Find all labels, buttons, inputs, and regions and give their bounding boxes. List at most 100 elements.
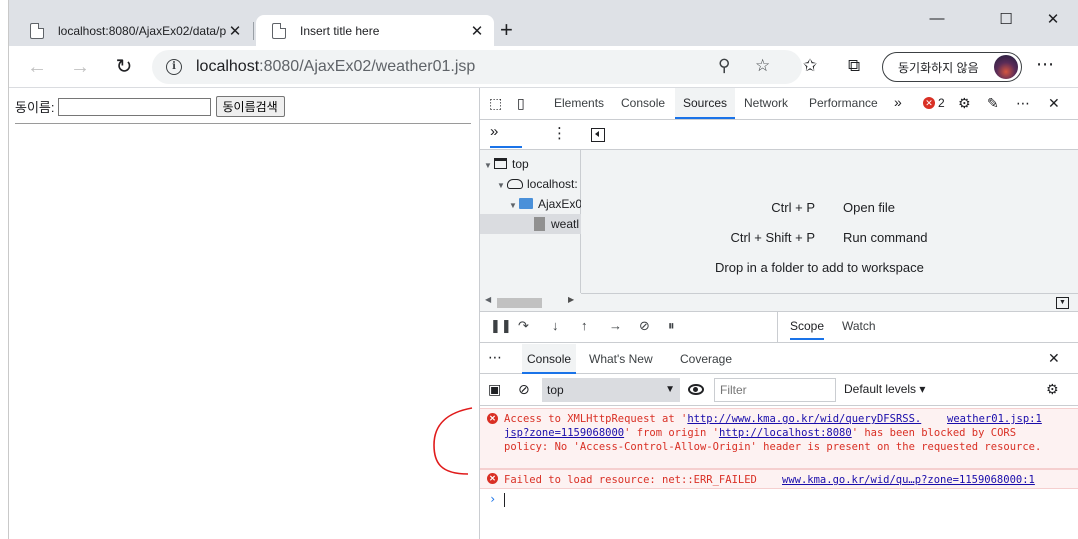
- devtools-panel: ⬚ ▯ Elements Console Sources Network Per…: [479, 88, 1078, 539]
- context-selector[interactable]: top ▼: [542, 378, 680, 402]
- maximize-button[interactable]: ☐: [983, 10, 1029, 28]
- error-count-badge[interactable]: ✕ 2: [923, 96, 945, 110]
- editor-header: [581, 120, 1078, 150]
- deactivate-breakpoints-icon[interactable]: ⊘: [639, 318, 650, 334]
- close-tab-icon[interactable]: ✕: [468, 22, 486, 40]
- dong-name-label: 동이름:: [15, 100, 55, 115]
- profile-sync-button[interactable]: 동기화하지 않음: [882, 52, 1022, 82]
- request-url-link[interactable]: http://www.kma.go.kr/wid/queryDFSRSS.: [687, 413, 921, 425]
- close-devtools-icon[interactable]: ✕: [1048, 95, 1060, 112]
- new-tab-button[interactable]: +: [500, 18, 513, 42]
- more-navigators-icon[interactable]: »: [490, 123, 522, 148]
- frame-icon: [494, 158, 507, 169]
- device-toolbar-icon[interactable]: ▯: [517, 95, 525, 112]
- toggle-debugger-icon[interactable]: ▼: [1056, 297, 1069, 309]
- navigator-header: » ⋮: [480, 120, 581, 150]
- error-icon: ✕: [923, 97, 935, 109]
- tree-item-localhost[interactable]: ▼ localhost:: [497, 174, 581, 194]
- live-expression-eye-icon[interactable]: [688, 384, 704, 395]
- favorite-star-icon[interactable]: ☆: [755, 56, 770, 76]
- favorites-icon[interactable]: ✩: [803, 56, 817, 76]
- browser-tab-weather[interactable]: Insert title here ✕: [256, 15, 494, 46]
- tab-title: Insert title here: [300, 23, 380, 38]
- tab-network[interactable]: Network: [744, 88, 788, 119]
- drawer-tabbar: ⋯ Console What's New Coverage ✕: [480, 344, 1078, 374]
- pause-on-exceptions-icon[interactable]: ⏸: [668, 318, 675, 334]
- dong-search-button[interactable]: 동이름검색: [215, 96, 285, 117]
- drawer-tab-whats-new[interactable]: What's New: [589, 352, 653, 366]
- info-icon[interactable]: i: [166, 59, 182, 75]
- expand-arrow-icon: ▼: [509, 201, 517, 210]
- tab-performance[interactable]: Performance: [809, 88, 878, 119]
- scroll-left-icon[interactable]: ◀: [485, 295, 491, 304]
- expand-arrow-icon: ▼: [497, 181, 505, 190]
- scrollbar-thumb[interactable]: [497, 298, 542, 308]
- browser-tab-data[interactable]: localhost:8080/AjaxEx02/data/p ✕: [14, 15, 252, 46]
- console-input-cursor[interactable]: [504, 493, 505, 507]
- console-prompt-icon: ›: [489, 492, 497, 506]
- feedback-icon[interactable]: ✎: [987, 95, 999, 112]
- sync-label: 동기화하지 않음: [898, 60, 979, 75]
- close-drawer-icon[interactable]: ✕: [1048, 350, 1060, 367]
- tab-sources[interactable]: Sources: [675, 88, 736, 119]
- navigator-menu-icon[interactable]: ⋮: [552, 124, 568, 142]
- url-text[interactable]: localhost:8080/AjaxEx02/weather01.jsp: [196, 58, 475, 76]
- close-tab-icon[interactable]: ✕: [226, 22, 244, 40]
- console-settings-gear-icon[interactable]: ⚙: [1046, 381, 1059, 398]
- error-icon: ✕: [487, 413, 498, 424]
- chevron-down-icon: ▼: [665, 384, 675, 395]
- page-icon: [272, 22, 286, 39]
- step-into-icon[interactable]: ↓: [552, 318, 559, 333]
- tab-elements[interactable]: Elements: [554, 88, 604, 119]
- file-icon: [534, 217, 545, 231]
- tree-item-top[interactable]: ▼ top: [484, 154, 581, 174]
- step-over-icon[interactable]: ↷: [518, 318, 529, 334]
- collections-icon[interactable]: ⧉: [848, 56, 860, 76]
- page-icon: [30, 22, 44, 39]
- source-location-link[interactable]: weather01.jsp:1: [947, 412, 1042, 426]
- navigator-scrollbar[interactable]: ◀ ▶: [480, 293, 581, 311]
- more-options-icon[interactable]: ⋯: [1036, 54, 1054, 75]
- pause-icon[interactable]: ❚❚: [490, 318, 512, 334]
- tab-watch[interactable]: Watch: [842, 319, 876, 333]
- scroll-right-icon[interactable]: ▶: [568, 295, 574, 304]
- tab-console[interactable]: Console: [621, 88, 665, 119]
- more-tabs-icon[interactable]: »: [894, 94, 902, 110]
- error-icon: ✕: [487, 473, 498, 484]
- console-filter-input[interactable]: [714, 378, 836, 402]
- tab-scope[interactable]: Scope: [790, 319, 825, 340]
- console-output: ✕ Access to XMLHttpRequest at 'http://ww…: [480, 406, 1078, 539]
- background-window-edge: [0, 0, 9, 539]
- back-icon[interactable]: ←: [23, 55, 51, 79]
- drawer-tab-console[interactable]: Console: [522, 344, 577, 374]
- drawer-tab-coverage[interactable]: Coverage: [680, 352, 732, 366]
- minimize-button[interactable]: —: [914, 10, 960, 27]
- console-error-cors: ✕ Access to XMLHttpRequest at 'http://ww…: [480, 408, 1078, 469]
- sidebar-tabs: Scope Watch: [777, 312, 1078, 343]
- refresh-icon[interactable]: ↻: [110, 55, 138, 79]
- step-icon[interactable]: →: [609, 318, 622, 333]
- forward-icon[interactable]: →: [66, 55, 94, 79]
- horizontal-rule: [15, 123, 471, 124]
- address-bar[interactable]: i localhost:8080/AjaxEx02/weather01.jsp …: [152, 50, 802, 84]
- dong-name-input[interactable]: [57, 97, 211, 116]
- log-levels-dropdown[interactable]: Default levels ▾: [844, 382, 925, 396]
- tree-item-folder[interactable]: ▼ AjaxEx0: [509, 194, 581, 214]
- inspect-element-icon[interactable]: ⬚: [489, 95, 502, 112]
- drawer-menu-icon[interactable]: ⋯: [488, 349, 502, 366]
- step-out-icon[interactable]: ↑: [581, 318, 588, 333]
- clear-console-icon[interactable]: ⊘: [518, 381, 530, 398]
- settings-gear-icon[interactable]: ⚙: [958, 95, 971, 112]
- web-page: 동이름: 동이름검색: [9, 88, 479, 539]
- source-location-link[interactable]: www.kma.go.kr/wid/qu…p?zone=1159068000:1: [782, 473, 1035, 487]
- close-window-button[interactable]: ✕: [1030, 10, 1076, 28]
- devtools-menu-icon[interactable]: ⋯: [1016, 95, 1030, 112]
- toggle-navigator-icon[interactable]: [591, 128, 605, 142]
- search-form: 동이름: 동이름검색: [15, 96, 285, 117]
- console-sidebar-icon[interactable]: ▣: [488, 381, 501, 398]
- origin-url-link[interactable]: http://localhost:8080: [719, 427, 852, 439]
- zoom-search-icon[interactable]: ⚲: [718, 56, 730, 76]
- avatar: [994, 55, 1018, 79]
- tree-item-file[interactable]: weatl: [480, 214, 581, 234]
- request-url-link-cont[interactable]: jsp?zone=1159068000: [504, 427, 624, 439]
